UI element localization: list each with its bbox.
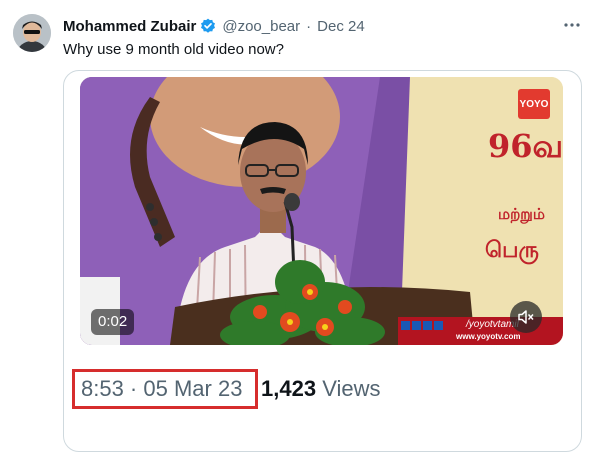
social-icons-strip [401, 320, 443, 330]
verified-badge-icon [200, 18, 216, 34]
more-options-icon[interactable] [563, 18, 581, 32]
channel-url: www.yoyotv.com [456, 332, 521, 341]
twitter-icon [412, 320, 421, 330]
author-avatar[interactable] [13, 14, 51, 52]
video-frame [80, 77, 563, 345]
instagram-icon [434, 320, 443, 330]
banner-text-line-3: பெரு [485, 237, 539, 263]
view-count-number: 1,423 [261, 376, 317, 401]
date-separator: · [306, 17, 312, 35]
muted-speaker-icon[interactable] [510, 301, 542, 333]
tweet-text: Why use 9 month old video now? [63, 41, 284, 58]
avatar-image [13, 14, 51, 52]
youtube-icon [423, 320, 432, 330]
banner-text-line-1: 96வ [488, 127, 563, 165]
facebook-icon [401, 320, 410, 330]
tweet-timestamp[interactable]: 8:53 · 05 Mar 23 [81, 376, 242, 402]
channel-logo: YOYO [518, 89, 550, 119]
tweet-date[interactable]: Dec 24 [317, 18, 365, 35]
video-player[interactable]: YOYO 96வ மற்றும் பெரு 0:02 /yoyotvtamil … [80, 77, 563, 345]
tweet-header: Mohammed Zubair @zoo_bear · Dec 24 [63, 16, 365, 36]
author-handle[interactable]: @zoo_bear [222, 18, 300, 35]
view-count: 1,423 Views [261, 376, 380, 402]
banner-text-line-2: மற்றும் [498, 205, 545, 223]
video-duration: 0:02 [91, 309, 135, 335]
author-name[interactable]: Mohammed Zubair [63, 18, 196, 35]
views-label: Views [322, 376, 381, 401]
